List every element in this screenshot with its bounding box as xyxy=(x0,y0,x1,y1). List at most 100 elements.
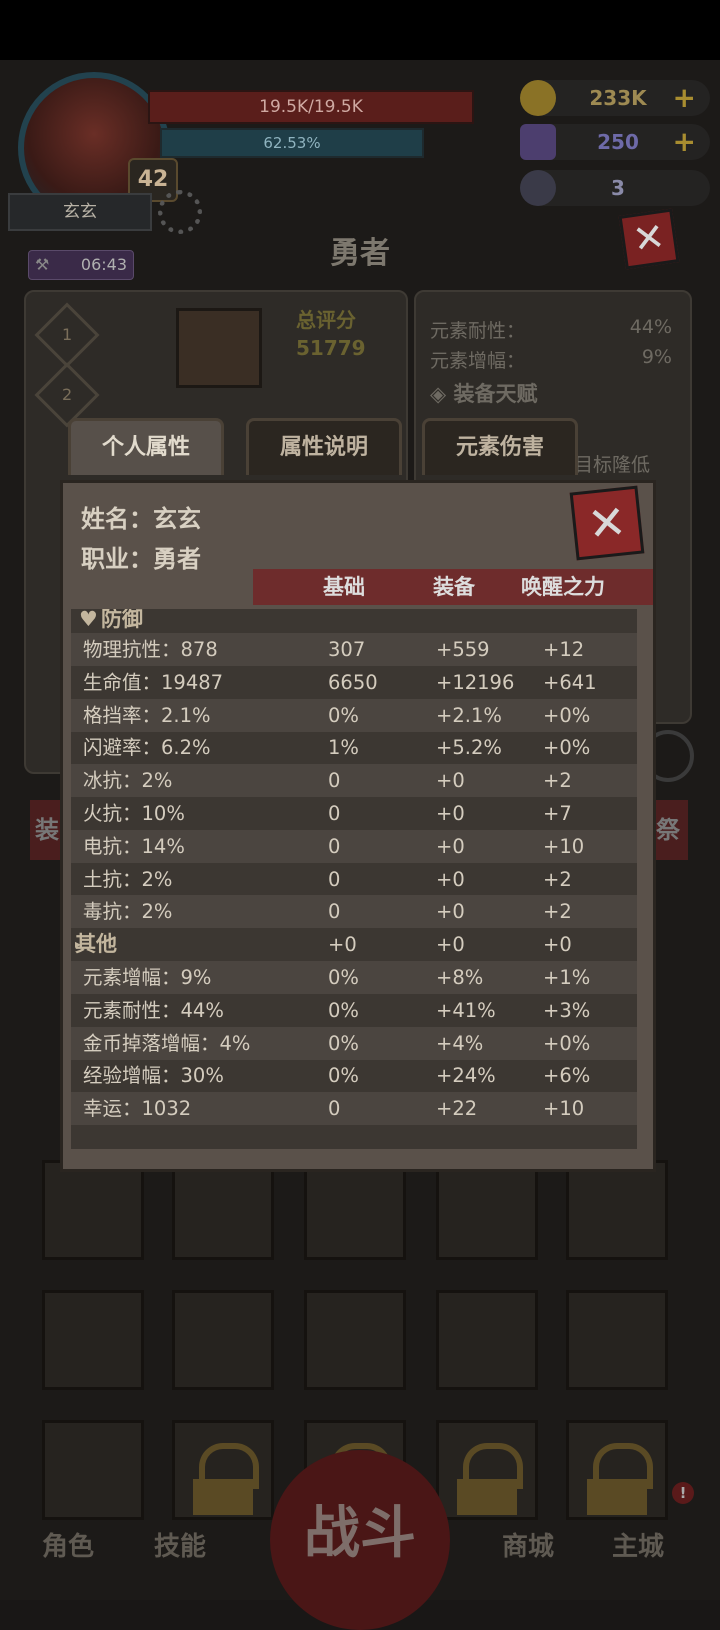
nav-character[interactable]: 角色 xyxy=(18,1526,118,1563)
awakening-value: +7 xyxy=(543,802,572,825)
tab-elemental-damage[interactable]: 元素伤害 xyxy=(422,418,578,475)
key-counter: 3 xyxy=(520,170,710,206)
table-row: 冰抗：2% 0 +0 +2 xyxy=(71,764,637,798)
awakening-value: +2 xyxy=(543,867,572,891)
equipment-value: +0 xyxy=(436,900,465,924)
locked-slot[interactable] xyxy=(172,1420,274,1520)
close-panel-icon[interactable]: ✕ xyxy=(618,208,680,270)
table-row: 生命值：19487 6650 +12196 +641 xyxy=(71,666,637,699)
equipment-value: +0 xyxy=(436,802,465,825)
left-side-button[interactable]: 装 xyxy=(30,800,64,860)
add-gold-button[interactable]: + xyxy=(673,80,696,116)
base-value: 0 xyxy=(328,1097,341,1121)
base-value: 307 xyxy=(328,638,366,661)
section-other: ▸ 其他 +0 +0 +0 xyxy=(71,928,637,961)
awakening-value: +0% xyxy=(543,736,591,760)
nav-shop[interactable]: 商城 xyxy=(478,1526,578,1563)
hp-text: 19.5K/19.5K xyxy=(259,97,363,117)
inventory-slot[interactable] xyxy=(566,1160,668,1260)
timer-text: 06:43 xyxy=(80,255,127,274)
tab-attribute-description[interactable]: 属性说明 xyxy=(246,418,402,475)
inventory-slot[interactable] xyxy=(566,1290,668,1390)
hero-title: 勇者 xyxy=(330,236,390,271)
column-equipment: 装备 xyxy=(433,575,475,599)
equipment-value: +24% xyxy=(436,1064,496,1088)
column-base: 基础 xyxy=(323,575,365,599)
mp-text: 62.53% xyxy=(263,134,321,152)
settings-gear-icon[interactable] xyxy=(158,190,202,234)
gem-counter: 250 + xyxy=(520,124,710,160)
base-value: 0% xyxy=(328,966,359,989)
table-row: 元素增幅：9% 0% +8% +1% xyxy=(71,961,637,994)
diamond-icon: ◈ xyxy=(430,382,454,406)
inventory-slot[interactable] xyxy=(304,1290,406,1390)
stat-name: 冰抗：2% xyxy=(83,769,173,793)
table-row: 电抗：14% 0 +0 +10 xyxy=(71,829,637,863)
base-value: 1% xyxy=(328,736,359,760)
awakening-value: +6% xyxy=(543,1064,591,1088)
awakening-value: +1% xyxy=(543,966,591,989)
inventory-slot[interactable] xyxy=(304,1160,406,1260)
base-value: 0% xyxy=(328,998,359,1022)
base-value: 0% xyxy=(328,1031,359,1055)
ram-skull-icon xyxy=(520,170,556,206)
section-defense: ♥ 防御 xyxy=(71,609,637,633)
class-label: 职业： xyxy=(81,545,153,573)
stat-name: 格挡率：2.1% xyxy=(83,703,211,727)
shield-icon: ♥ xyxy=(79,609,98,631)
inventory-slot[interactable] xyxy=(436,1290,538,1390)
tab-personal-attributes[interactable]: 个人属性 xyxy=(68,418,224,475)
stat-name: 毒抗：2% xyxy=(83,900,173,924)
awakening-value: +3% xyxy=(543,998,591,1022)
nav-main-city[interactable]: 主城 xyxy=(588,1526,688,1563)
locked-slot[interactable] xyxy=(436,1420,538,1520)
nav-skills[interactable]: 技能 xyxy=(130,1526,230,1563)
equipment-value: +559 xyxy=(436,638,490,661)
close-popup-button[interactable]: ✕ xyxy=(569,485,645,561)
inventory-slot[interactable] xyxy=(42,1160,144,1260)
score-label: 总评分 xyxy=(296,308,356,332)
inventory-slot[interactable] xyxy=(172,1290,274,1390)
equipment-value: +22 xyxy=(436,1097,478,1121)
mp-bar: 62.53% xyxy=(160,128,424,158)
gold-counter: 233K + xyxy=(520,80,710,116)
equipment-value: +12196 xyxy=(436,670,515,694)
base-value: 0 xyxy=(328,834,341,858)
awakening-value: +10 xyxy=(543,1097,585,1121)
inventory-slot[interactable] xyxy=(42,1290,144,1390)
equipment-value: +0 xyxy=(436,867,465,891)
battle-button[interactable]: 战斗 xyxy=(270,1450,450,1630)
equipment-value: +41% xyxy=(436,998,496,1022)
section-other-value: +0 xyxy=(543,933,572,957)
side-text: 目标隆低 xyxy=(574,454,651,476)
add-gem-button[interactable]: + xyxy=(673,124,696,160)
side-stat-label: 元素耐性： xyxy=(430,320,526,342)
gold-coin-icon xyxy=(520,80,556,116)
base-value: 0 xyxy=(328,900,341,924)
stat-name: 闪避率：6.2% xyxy=(83,736,211,760)
class-row: 职业：勇者 xyxy=(81,539,201,574)
side-stat-value: 9% xyxy=(641,346,672,368)
stat-name: 金币掉落增幅：4% xyxy=(83,1031,251,1055)
awakening-value: +641 xyxy=(543,670,597,694)
stat-name: 火抗：10% xyxy=(83,802,185,825)
inventory-slot[interactable] xyxy=(42,1420,144,1520)
table-row: 金币掉落增幅：4% 0% +4% +0% xyxy=(71,1026,637,1060)
hat-equipment-slot[interactable] xyxy=(176,308,262,388)
section-defense-label: 防御 xyxy=(101,609,143,631)
side-stat-label: 元素增幅： xyxy=(430,350,526,372)
inventory-slot[interactable] xyxy=(436,1160,538,1260)
section-other-value: +0 xyxy=(328,933,357,957)
locked-slot[interactable] xyxy=(566,1420,668,1520)
slot-1-badge[interactable]: 1 xyxy=(34,302,100,368)
hp-bar: 19.5K/19.5K xyxy=(148,90,474,124)
talent-section-label: 装备天赋 xyxy=(453,382,538,406)
battle-label: 战斗 xyxy=(304,1501,416,1566)
talent-section: ◈ 装备天赋 xyxy=(430,378,537,408)
gem-value: 250 xyxy=(597,130,639,154)
awakening-value: +2 xyxy=(543,900,572,924)
equipment-value: +5.2% xyxy=(436,736,502,760)
inventory-slot[interactable] xyxy=(172,1160,274,1260)
attributes-table[interactable]: ♥ 防御 物理抗性：878 307 +559 +12 生命值：19487 6650 +121… xyxy=(71,609,637,1149)
table-row: 幸运：1032 0 +22 +10 xyxy=(71,1092,637,1126)
